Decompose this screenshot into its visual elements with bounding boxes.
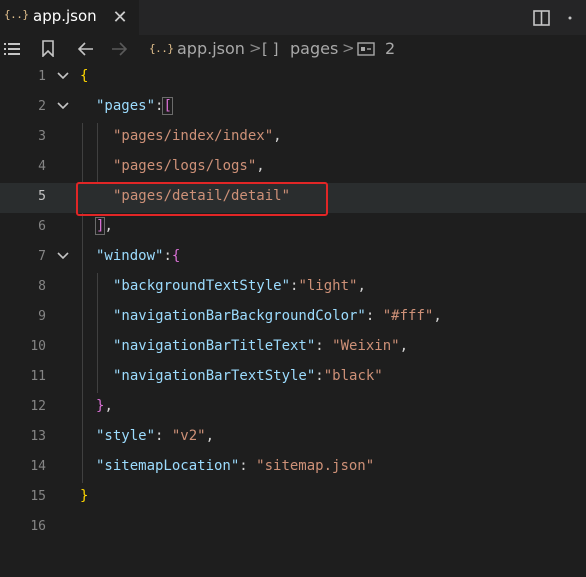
breadcrumb-file[interactable]: app.json bbox=[177, 39, 245, 58]
line-number: 12 bbox=[30, 399, 46, 414]
code-editor[interactable]: 1 { 2 "pages":[ 3 "pages/index/index", 4… bbox=[0, 63, 586, 577]
code-text: } bbox=[80, 488, 89, 504]
breadcrumb: {..} app.json > [ ] pages > 2 bbox=[0, 35, 586, 63]
code-text: "navigationBarBackgroundColor": "#fff", bbox=[113, 308, 442, 324]
code-line: 12 }, bbox=[0, 393, 586, 423]
split-editor-icon[interactable] bbox=[532, 9, 552, 27]
line-number: 10 bbox=[30, 339, 46, 354]
tab-title: app.json bbox=[33, 7, 97, 25]
code-line: 6 ], bbox=[0, 213, 586, 243]
code-line: 16 bbox=[0, 513, 586, 543]
breadcrumb-item[interactable]: 2 bbox=[385, 39, 395, 58]
close-icon[interactable]: ✕ bbox=[109, 2, 131, 32]
code-text: "style": "v2", bbox=[96, 428, 215, 444]
code-line: 8 "backgroundTextStyle":"light", bbox=[0, 273, 586, 303]
line-number: 11 bbox=[30, 369, 46, 384]
line-number: 8 bbox=[38, 279, 46, 294]
code-text: "navigationBarTextStyle":"black" bbox=[113, 368, 383, 384]
menu-icon[interactable] bbox=[4, 42, 20, 56]
breadcrumb-separator: > bbox=[342, 39, 355, 57]
fold-chevron-icon[interactable] bbox=[56, 101, 70, 111]
code-text: "sitemapLocation": "sitemap.json" bbox=[96, 458, 375, 474]
bookmark-icon[interactable] bbox=[41, 40, 55, 57]
code-text: ], bbox=[94, 217, 113, 235]
code-text: "pages/logs/logs", bbox=[113, 158, 265, 174]
more-actions-icon[interactable] bbox=[566, 9, 586, 27]
line-number: 15 bbox=[30, 489, 46, 504]
code-text: "backgroundTextStyle":"light", bbox=[113, 278, 366, 294]
fold-chevron-icon[interactable] bbox=[56, 71, 70, 81]
forward-arrow-icon[interactable] bbox=[111, 41, 129, 57]
code-text: "window":{ bbox=[96, 248, 181, 264]
code-line: 10 "navigationBarTitleText": "Weixin", bbox=[0, 333, 586, 363]
json-file-icon: {..} bbox=[4, 8, 29, 21]
breadcrumb-pages[interactable]: pages bbox=[290, 39, 338, 58]
code-line: 9 "navigationBarBackgroundColor": "#fff"… bbox=[0, 303, 586, 333]
code-line: 7 "window":{ bbox=[0, 243, 586, 273]
code-line: 2 "pages":[ bbox=[0, 93, 586, 123]
line-number: 13 bbox=[30, 429, 46, 444]
code-text: "pages/index/index", bbox=[113, 128, 282, 144]
code-line: 15 } bbox=[0, 483, 586, 513]
line-number: 7 bbox=[38, 249, 46, 264]
editor-tab-bar: {..} app.json ✕ bbox=[0, 0, 586, 35]
code-text: }, bbox=[96, 398, 113, 414]
line-number: 16 bbox=[30, 519, 46, 534]
json-file-icon: {..} bbox=[149, 42, 174, 55]
line-number: 4 bbox=[38, 159, 46, 174]
code-line: 11 "navigationBarTextStyle":"black" bbox=[0, 363, 586, 393]
annotation-highlight-box bbox=[76, 182, 328, 216]
fold-chevron-icon[interactable] bbox=[56, 251, 70, 261]
line-number: 14 bbox=[30, 459, 46, 474]
code-line: 1 { bbox=[0, 63, 586, 93]
array-item-icon bbox=[357, 42, 375, 56]
code-line: 13 "style": "v2", bbox=[0, 423, 586, 453]
code-line: 4 "pages/logs/logs", bbox=[0, 153, 586, 183]
line-number: 2 bbox=[38, 99, 46, 114]
code-text: "pages":[ bbox=[96, 97, 173, 115]
code-text: "navigationBarTitleText": "Weixin", bbox=[113, 338, 409, 354]
code-text: { bbox=[80, 68, 89, 84]
line-number: 5 bbox=[38, 189, 46, 204]
line-number: 6 bbox=[38, 219, 46, 234]
tab-app-json[interactable]: {..} app.json ✕ bbox=[0, 0, 139, 35]
back-arrow-icon[interactable] bbox=[76, 41, 94, 57]
code-line: 3 "pages/index/index", bbox=[0, 123, 586, 153]
array-icon: [ ] bbox=[262, 40, 279, 58]
breadcrumb-separator: > bbox=[249, 39, 262, 57]
code-line: 14 "sitemapLocation": "sitemap.json" bbox=[0, 453, 586, 483]
line-number: 3 bbox=[38, 129, 46, 144]
line-number: 9 bbox=[38, 309, 46, 324]
line-number: 1 bbox=[38, 69, 46, 84]
